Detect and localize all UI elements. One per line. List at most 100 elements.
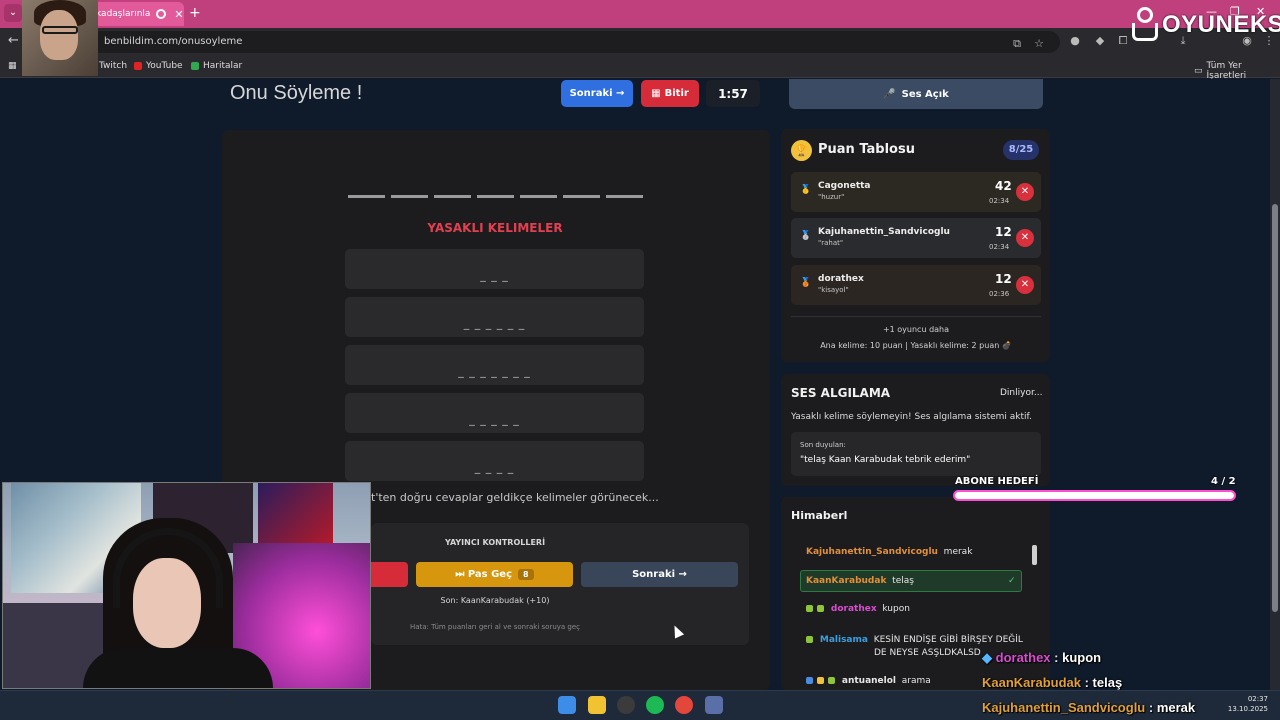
microphone-icon: 🎤 [883, 88, 896, 100]
address-bar[interactable]: benbildim.com/onusoyleme ⧉ ☆ [90, 31, 1060, 53]
overlay-chat-username: dorathex [995, 650, 1051, 665]
remove-player-icon[interactable]: ✕ [1016, 229, 1034, 247]
taskbar-clock[interactable]: 02:37 13.10.2025 [1226, 694, 1268, 714]
bookmark-youtube[interactable]: YouTube [134, 61, 183, 71]
spotify-icon[interactable] [646, 696, 664, 714]
forbidden-words-title: YASAKLI KELIMELER [427, 221, 563, 235]
overlay-chat-username: KaanKarabudak [982, 675, 1081, 690]
controls-next-button[interactable]: Sonraki → [581, 562, 738, 587]
hint-text: t'ten doğru cevaplar geldikçe kelimeler … [371, 491, 659, 504]
tab-search-chevron-icon[interactable]: ⌄ [4, 4, 22, 22]
tab-close-icon[interactable]: ✕ [174, 8, 183, 21]
letter-blank [563, 195, 600, 198]
chat-badge-icon [828, 677, 835, 684]
sound-toggle-button[interactable]: 🎤 Ses Açık [789, 79, 1043, 109]
chat-message: Malisama KESİN ENDİŞE GİBİ BİRŞEY DEĞİL [806, 635, 1023, 645]
clock-time: 02:37 [1247, 695, 1268, 703]
bookmark-twitch[interactable]: Twitch [99, 61, 127, 71]
mascot-icon [1130, 7, 1160, 43]
checkered-flag-icon: ▦ [651, 88, 661, 99]
chat-username: dorathex [830, 604, 877, 614]
chrome-icon[interactable] [675, 696, 693, 714]
player-time: 02:36 [989, 290, 1010, 298]
tab-bar: ⌄ kadaşlarınla ✕ + — ❐ ✕ [0, 0, 1280, 28]
countdown-timer: 1:57 [706, 80, 760, 107]
active-tab[interactable]: kadaşlarınla ✕ [88, 2, 184, 26]
divider [791, 316, 1041, 317]
overlay-chat-badge-icon: ◆ [982, 650, 992, 665]
chat-text: kupon [882, 604, 910, 614]
letter-blank [434, 195, 471, 198]
folder-icon: ▭ [1194, 66, 1203, 76]
finish-button[interactable]: ▦ Bitir [641, 80, 699, 107]
streamer-webcam-small [22, 0, 98, 76]
page-scrollbar-thumb[interactable] [1272, 204, 1278, 612]
letter-blank [477, 195, 514, 198]
obs-icon[interactable] [617, 696, 635, 714]
chat-message: dorathex kupon [806, 604, 910, 614]
page-scrollbar[interactable] [1270, 79, 1280, 690]
scoreboard-title: Puan Tablosu [818, 142, 915, 157]
file-explorer-icon[interactable] [588, 696, 606, 714]
more-players-text[interactable]: +1 oyuncu daha [791, 325, 1041, 334]
hidden-word-blanks [348, 195, 643, 198]
chat-message: antuanelol arama [806, 676, 931, 686]
player-word: "huzur" [818, 193, 845, 201]
new-tab-button[interactable]: + [189, 5, 201, 21]
player-time: 02:34 [989, 243, 1010, 251]
pass-button[interactable]: ⏭ Pas Geç 8 [416, 562, 573, 587]
chat-badge-icon [817, 605, 824, 612]
start-menu-icon[interactable] [558, 696, 576, 714]
chat-badge-icon [806, 605, 813, 612]
remove-player-icon[interactable]: ✕ [1016, 276, 1034, 294]
subscriber-goal-bar [953, 490, 1236, 501]
error-note: Hata: Tüm puanları geri al ve sonraki so… [409, 623, 581, 631]
overlay-chat-username: Kajuhanettin_Sandvicoglu [982, 700, 1146, 715]
chat-text: arama [901, 676, 931, 686]
silver-medal-icon: 🥈 [800, 231, 812, 241]
chat-username: antuanelol [841, 676, 897, 686]
chat-scrollbar-thumb[interactable] [1032, 545, 1037, 565]
extension-icon[interactable]: ● [1068, 34, 1082, 48]
scoring-note: Ana kelime: 10 puan | Yasaklı kelime: 2 … [820, 341, 1012, 350]
extensions-puzzle-icon[interactable]: ⧠ [1116, 34, 1130, 48]
player-name: dorathex [818, 274, 864, 284]
voice-description: Yasaklı kelime söylemeyin! Ses algılama … [791, 412, 1032, 422]
remove-player-icon[interactable]: ✕ [1016, 183, 1034, 201]
player-word: "rahat" [818, 239, 844, 247]
player-score: 42 [995, 179, 1012, 193]
overlay-chat-text: merak [1156, 700, 1196, 715]
install-app-icon[interactable]: ⧉ [1010, 37, 1024, 51]
last-heard-label: Son duyulan: [800, 441, 846, 449]
player-count-badge: 8/25 [1003, 140, 1039, 160]
recording-icon [156, 9, 167, 19]
voice-detection-title: SES ALGILAMA [791, 386, 891, 400]
checkmark-icon: ✓ [1008, 576, 1016, 586]
bookmark-star-icon[interactable]: ☆ [1032, 37, 1046, 51]
brand-logo: OYUNEKS [1130, 4, 1280, 46]
apps-grid-icon[interactable]: ▦ [8, 61, 17, 71]
voice-status: Dinliyor... [1000, 388, 1043, 398]
extension-icon-2[interactable]: ◆ [1093, 34, 1107, 48]
bronze-medal-icon: 🥉 [800, 278, 812, 288]
player-row: 🥉 dorathex "kisayol" 12 02:36 ✕ [791, 265, 1041, 305]
letter-blank [606, 195, 643, 198]
player-score: 12 [995, 272, 1012, 286]
chat-text: telaş [892, 576, 914, 586]
forbidden-word-slot: _ _ _ [345, 249, 644, 289]
overlay-chat-message: KaanKarabudak : telaş [982, 675, 1123, 690]
maps-pin-icon [191, 62, 199, 70]
forbidden-word-slot: _ _ _ _ _ [345, 393, 644, 433]
back-arrow-icon[interactable]: ← [8, 33, 19, 48]
tab-title: kadaşlarınla [96, 9, 151, 19]
undo-button[interactable] [371, 562, 408, 587]
youtube-icon [134, 62, 142, 70]
player-word: "kisayol" [818, 286, 849, 294]
app-icon[interactable] [705, 696, 723, 714]
last-heard-text: "telaş Kaan Karabudak tebrik ederim" [800, 455, 971, 465]
bookmark-maps[interactable]: Haritalar [191, 61, 242, 71]
all-bookmarks[interactable]: ▭ Tüm Yer İşaretleri [1194, 61, 1280, 81]
player-name: Kajuhanettin_Sandvicoglu [818, 227, 950, 237]
next-question-button[interactable]: Sonraki → [561, 80, 633, 107]
chat-badge-icon [806, 677, 813, 684]
